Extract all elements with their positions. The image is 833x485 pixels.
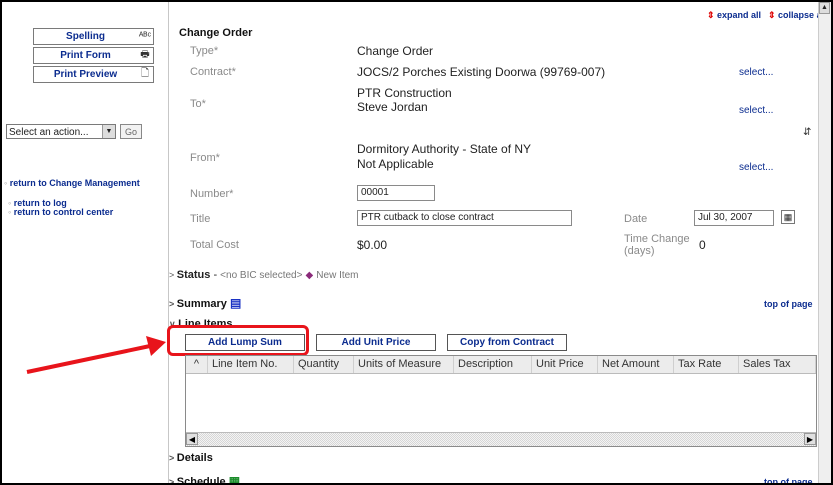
arrow-head [146, 336, 166, 356]
pointer-arrow [26, 336, 166, 374]
arrow-shaft [26, 344, 151, 374]
